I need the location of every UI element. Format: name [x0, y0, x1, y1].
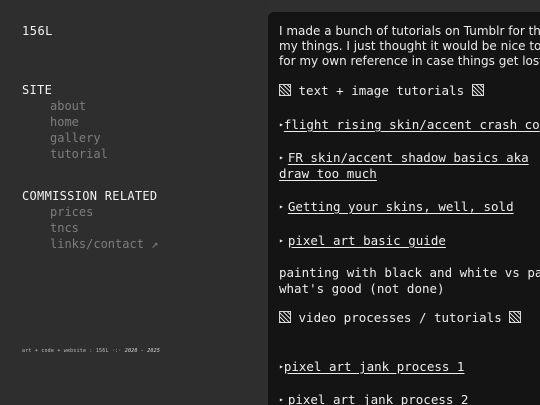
tutorial-link-text[interactable]: FR skin/accent shadow basics aka — [288, 150, 529, 165]
note-text: painting with black and white vs pa what… — [279, 265, 540, 297]
tutorial-link[interactable]: ▸ FR skin/accent shadow basics aka draw t… — [279, 150, 529, 182]
site-section-heading: SITE — [22, 83, 53, 97]
tutorial-link[interactable]: ▸ Getting your skins, well, sold — [279, 199, 514, 215]
video-tutorials-heading: video processes / tutorials — [279, 310, 522, 326]
video-link-text[interactable]: pixel art jank process 1 — [284, 359, 465, 374]
triangle-right-icon: ▸ — [279, 236, 284, 245]
tutorial-link-text[interactable]: draw too much — [279, 166, 377, 181]
pattern-icon — [471, 84, 484, 96]
nav-link-gallery[interactable]: gallery — [50, 130, 108, 146]
sidebar: 156L SITE about home gallery tutorial CO… — [0, 0, 268, 405]
tutorial-link[interactable]: ▸ pixel art basic guide — [279, 233, 446, 249]
intro-line: my things. I just thought it would be ni… — [279, 39, 540, 53]
nav-link-tutorial[interactable]: tutorial — [50, 146, 108, 162]
pattern-icon — [279, 311, 291, 323]
nav-link-home[interactable]: home — [50, 114, 108, 130]
commission-section-heading: COMMISSION RELATED — [22, 189, 158, 203]
intro-line: I made a bunch of tutorials on Tumblr fo… — [279, 24, 540, 38]
site-nav: about home gallery tutorial — [50, 98, 108, 162]
nav-link-about[interactable]: about — [50, 98, 108, 114]
triangle-right-icon: ▸ — [279, 395, 284, 404]
intro-line: for my own reference in case things get … — [279, 54, 540, 68]
tutorial-link[interactable]: ▸flight rising skin/accent crash co — [279, 117, 540, 133]
video-tutorials-heading-label: video processes / tutorials — [298, 310, 502, 325]
pattern-icon — [279, 84, 291, 96]
video-link[interactable]: ▸pixel art jank process 1 — [279, 359, 464, 375]
nav-link-tncs[interactable]: tncs — [50, 220, 158, 236]
tutorial-link-text[interactable]: Getting your skins, well, sold — [288, 199, 514, 214]
triangle-right-icon: ▸ — [279, 202, 284, 211]
footer-credits-text: art + code + website : 156L ·:· — [22, 348, 125, 354]
text-tutorials-heading: text + image tutorials — [279, 83, 484, 99]
note-line: what's good (not done) — [279, 281, 445, 296]
content-panel: I made a bunch of tutorials on Tumblr fo… — [268, 12, 540, 405]
triangle-right-icon: ▸ — [279, 153, 284, 162]
footer-credits: art + code + website : 156L ·:· 2020 - 2… — [22, 348, 160, 354]
video-link-text[interactable]: pixel art jank process 2 — [288, 392, 469, 405]
commission-nav: prices tncs links/contact ↗ — [50, 204, 158, 252]
pattern-icon — [509, 311, 522, 323]
video-link[interactable]: ▸ pixel art jank process 2 — [279, 392, 468, 405]
footer-years: 2020 - 2025 — [124, 348, 161, 354]
tutorial-link-text[interactable]: pixel art basic guide — [288, 233, 446, 248]
site-title[interactable]: 156L — [22, 24, 53, 38]
text-tutorials-heading-label: text + image tutorials — [298, 83, 465, 98]
nav-link-links-contact[interactable]: links/contact ↗ — [50, 236, 158, 252]
nav-link-prices[interactable]: prices — [50, 204, 158, 220]
tutorial-link-text[interactable]: flight rising skin/accent crash co — [284, 117, 540, 132]
note-line: painting with black and white vs pa — [279, 265, 540, 280]
